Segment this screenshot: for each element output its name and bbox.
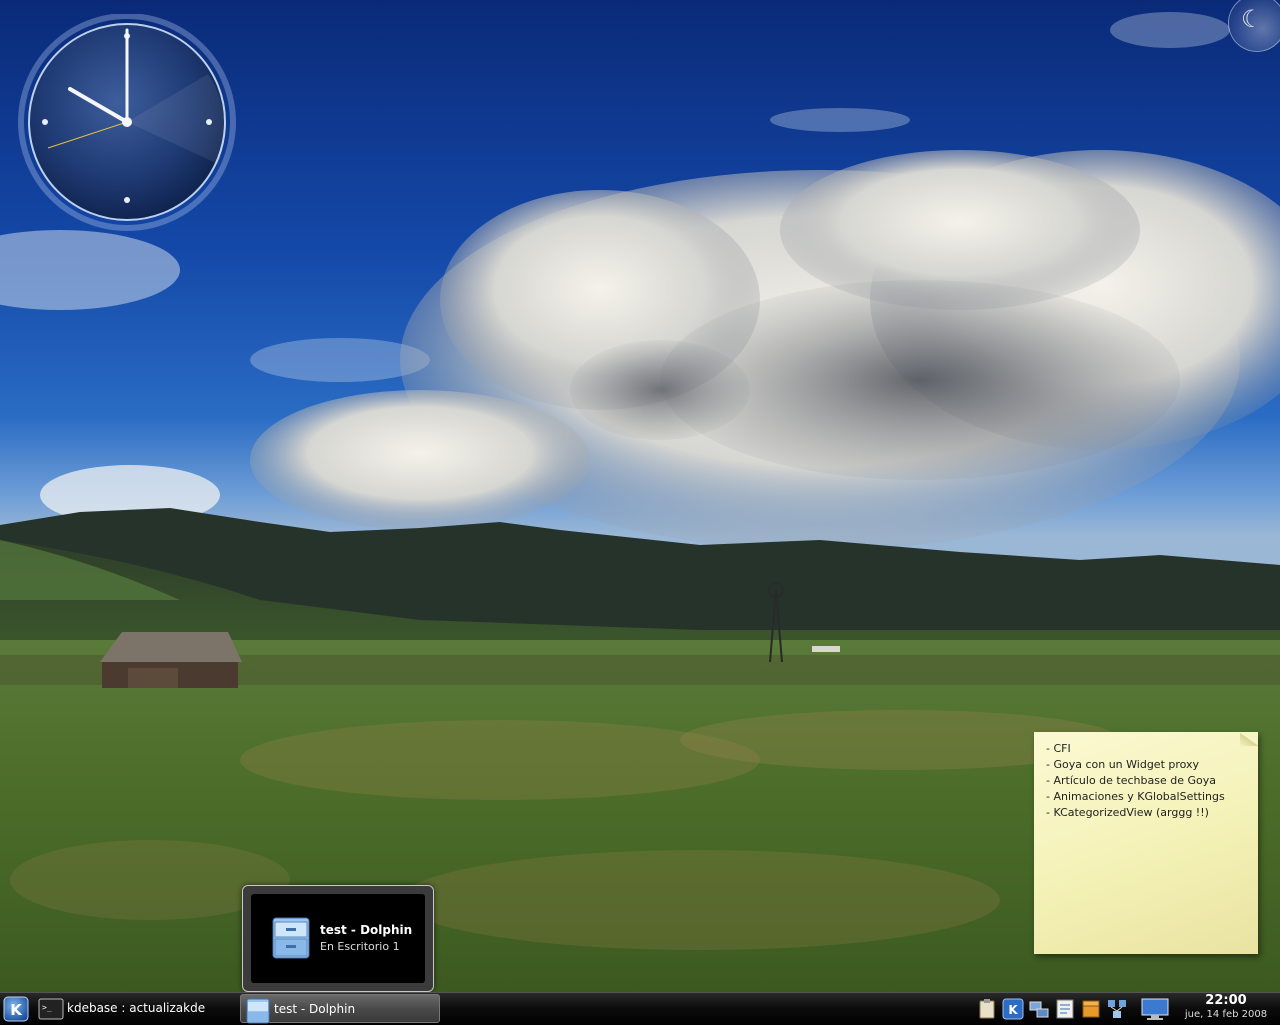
task-label: kdebase : actualizakde: [67, 1001, 206, 1015]
note-corner-fold: [1240, 732, 1258, 746]
note-line: - Goya con un Widget proxy: [1046, 758, 1200, 771]
network-icon[interactable]: [1028, 998, 1050, 1020]
note-lines: - CFI - Goya con un Widget proxy - Artíc…: [1034, 732, 1258, 821]
note-line: - KCategorizedView (arggg !!): [1046, 806, 1209, 819]
tooltip-body: test - Dolphin En Escritorio 1: [251, 894, 425, 983]
svg-text:>_: >_: [42, 1003, 52, 1012]
note-line: - Artículo de techbase de Goya: [1046, 774, 1217, 787]
notes-icon[interactable]: [1054, 998, 1076, 1020]
analog-clock-widget[interactable]: [18, 13, 236, 232]
task-button-terminal[interactable]: >_ kdebase : actualizakde: [34, 994, 236, 1023]
toolbox-icon: ☾: [1241, 5, 1263, 33]
show-desktop-icon[interactable]: [1140, 997, 1170, 1021]
svg-text:K: K: [10, 1001, 23, 1019]
dolphin-folder-icon: [272, 917, 310, 959]
note-line: - CFI: [1046, 742, 1071, 755]
package-icon[interactable]: [1080, 998, 1102, 1020]
tooltip-subtitle: En Escritorio 1: [320, 940, 400, 953]
kde-logo-icon[interactable]: K: [3, 996, 29, 1022]
clipboard-icon[interactable]: [976, 998, 998, 1020]
taskbar-panel: K >_ kdebase : actualizakde test - Dolph…: [0, 992, 1280, 1025]
network-manager-icon[interactable]: [1106, 998, 1128, 1020]
analog-clock-face: [18, 13, 236, 231]
task-button-dolphin[interactable]: test - Dolphin: [240, 994, 440, 1024]
tooltip-title: test - Dolphin: [320, 923, 413, 937]
clock-date: jue, 14 feb 2008: [1184, 1009, 1268, 1020]
clock-time: 22:00: [1205, 993, 1247, 1008]
task-label: test - Dolphin: [274, 1002, 356, 1016]
digital-clock[interactable]: 22:00 jue, 14 feb 2008: [1174, 993, 1278, 1022]
note-line: - Animaciones y KGlobalSettings: [1046, 790, 1225, 803]
task-tooltip: test - Dolphin En Escritorio 1: [242, 885, 434, 992]
dolphin-folder-icon: [246, 998, 270, 1024]
sticky-note-widget[interactable]: - CFI - Goya con un Widget proxy - Artíc…: [1034, 732, 1258, 954]
terminal-icon: >_: [38, 998, 64, 1020]
svg-text:K: K: [1008, 1003, 1018, 1017]
kde-updates-icon[interactable]: K: [1002, 998, 1024, 1020]
